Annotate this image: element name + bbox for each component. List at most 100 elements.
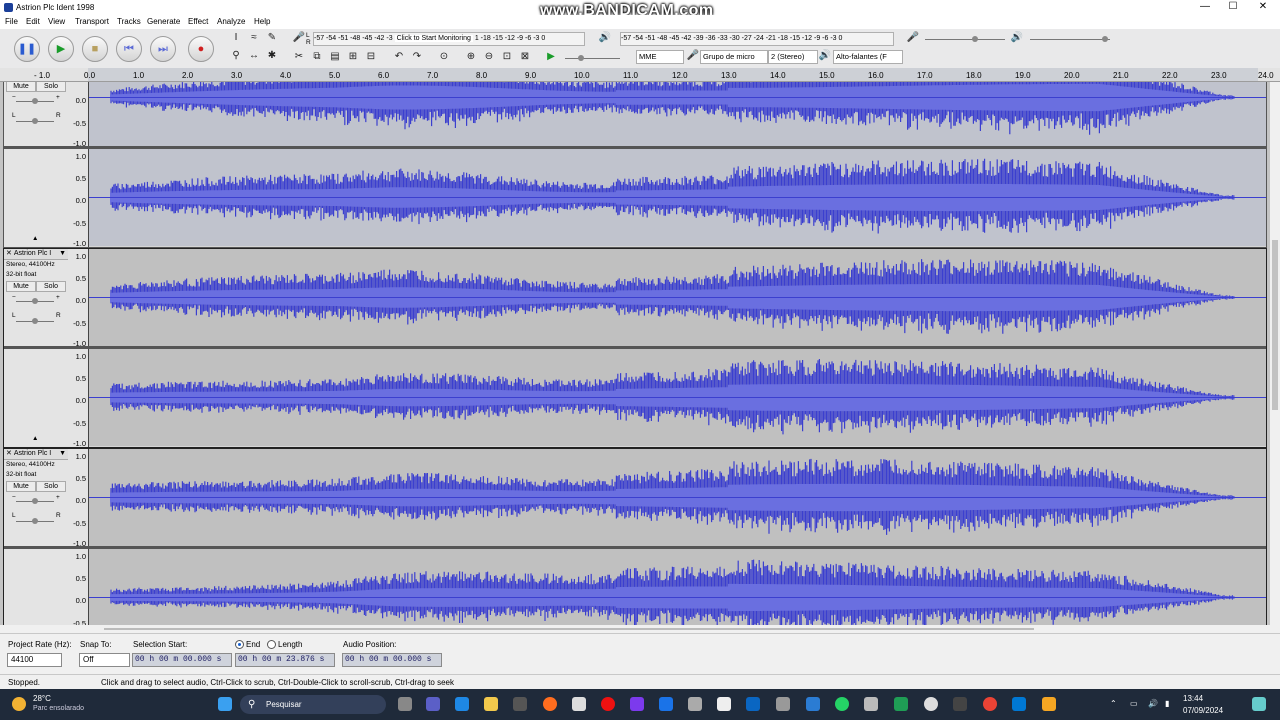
left-channel[interactable] — [89, 249, 1266, 346]
mute-button[interactable]: Mute — [6, 82, 36, 92]
track-vertical-ruler[interactable]: 1.00.50.0-0.5-1.01.00.50.0-0.5-1.0 — [68, 449, 89, 625]
solo-button[interactable]: Solo — [36, 82, 66, 92]
pause-button[interactable]: ❚❚ — [14, 36, 40, 62]
menu-effect[interactable]: Effect — [188, 17, 208, 26]
task-view-icon[interactable] — [398, 697, 412, 711]
app-icon-6[interactable] — [746, 697, 760, 711]
recording-channels-select[interactable]: 2 (Stereo) — [768, 50, 818, 64]
selection-tool-icon[interactable]: I — [229, 31, 243, 45]
teams-icon[interactable] — [426, 697, 440, 711]
play-button[interactable]: ▶ — [48, 36, 74, 62]
whatsapp-icon[interactable] — [835, 697, 849, 711]
file-explorer-icon[interactable] — [484, 697, 498, 711]
trim-icon[interactable]: ⊞ — [346, 50, 360, 64]
envelope-tool-icon[interactable]: ≈ — [247, 31, 261, 45]
zoom-in-icon[interactable]: ⊕ — [464, 50, 478, 64]
microphone-icon[interactable]: 🎤 — [292, 31, 306, 45]
volume-icon[interactable]: 🔊 — [1148, 699, 1158, 708]
project-rate-select[interactable]: 44100 — [7, 653, 62, 667]
track-control-panel[interactable]: ✕Astrion Plc I▼Stereo, 44100Hz32-bit flo… — [4, 82, 69, 247]
tray-chevron-icon[interactable]: ⌃ — [1110, 699, 1117, 708]
track-close-icon[interactable]: ✕ — [6, 450, 12, 457]
audio-position-field[interactable]: 00 h 00 m 00.000 s — [342, 653, 442, 667]
copy-icon[interactable]: ⧉ — [310, 50, 324, 64]
app-icon-8[interactable] — [864, 697, 878, 711]
paste-icon[interactable]: ▤ — [328, 50, 342, 64]
menu-analyze[interactable]: Analyze — [217, 17, 245, 26]
app-icon-7[interactable] — [776, 697, 790, 711]
clock-app-icon[interactable] — [924, 697, 938, 711]
record-meter[interactable]: -57 -54 -51 -48 -45 -42 -3 Click to Star… — [313, 32, 585, 46]
input-volume-slider[interactable] — [925, 39, 1005, 40]
menu-transport[interactable]: Transport — [75, 17, 109, 26]
recording-device-select[interactable]: Grupo de micro — [700, 50, 768, 64]
audio-track[interactable]: ✕Astrion Plc I▼Stereo, 44100Hz32-bit flo… — [3, 248, 1267, 448]
network-icon[interactable]: ▭ — [1130, 699, 1138, 708]
close-button[interactable]: ✕ — [1248, 1, 1278, 13]
right-channel[interactable] — [89, 549, 1266, 625]
audio-host-select[interactable]: MME — [636, 50, 684, 64]
notification-icon[interactable] — [1252, 697, 1266, 711]
output-volume-slider[interactable] — [1030, 39, 1110, 40]
undo-icon[interactable]: ↶ — [392, 50, 406, 64]
start-icon[interactable] — [218, 697, 232, 711]
track-menu-icon[interactable]: ▼ — [59, 249, 66, 259]
silence-icon[interactable]: ⊟ — [364, 50, 378, 64]
vertical-scroll-thumb[interactable] — [1272, 240, 1278, 410]
multi-tool-icon[interactable]: ✱ — [265, 49, 279, 63]
audio-track[interactable]: ✕Astrion Plc I▼Stereo, 44100Hz32-bit flo… — [3, 448, 1267, 625]
collapse-icon[interactable]: ▲ — [32, 435, 38, 442]
taskbar-search[interactable]: ⚲ Pesquisar — [240, 695, 386, 714]
minimize-button[interactable]: — — [1190, 1, 1220, 13]
playback-device-select[interactable]: Alto-falantes (F — [833, 50, 903, 64]
audacity-taskbar-icon[interactable] — [1042, 697, 1056, 711]
playback-meter[interactable]: -57 -54 -51 -48 -45 -42 -39 -36 -33 -30 … — [620, 32, 894, 46]
app-icon-3[interactable] — [659, 697, 673, 711]
redo-icon[interactable]: ↷ — [410, 50, 424, 64]
snap-to-select[interactable]: Off — [79, 653, 130, 667]
mute-button[interactable]: Mute — [6, 281, 36, 292]
menu-edit[interactable]: Edit — [26, 17, 40, 26]
terminal-icon[interactable] — [953, 697, 967, 711]
fit-project-icon[interactable]: ⊠ — [518, 50, 532, 64]
battery-icon[interactable]: ▮ — [1165, 699, 1169, 708]
menu-tracks[interactable]: Tracks — [117, 17, 141, 26]
store-icon[interactable] — [513, 697, 527, 711]
pan-knob[interactable] — [32, 518, 38, 524]
menu-view[interactable]: View — [48, 17, 65, 26]
play-at-speed-icon[interactable]: ▶ — [544, 50, 558, 64]
horizontal-scroll-thumb[interactable] — [104, 628, 1034, 630]
record-button[interactable]: ● — [188, 36, 214, 62]
app-icon-2[interactable] — [630, 697, 644, 711]
chrome-icon[interactable] — [983, 697, 997, 711]
track-menu-icon[interactable]: ▼ — [59, 449, 66, 459]
excel-icon[interactable] — [894, 697, 908, 711]
selection-start-field[interactable]: 00 h 00 m 00.000 s — [132, 653, 232, 667]
draw-tool-icon[interactable]: ✎ — [265, 31, 279, 45]
input-volume-knob[interactable] — [972, 36, 978, 42]
timeshift-tool-icon[interactable]: ↔ — [247, 49, 261, 63]
mute-button[interactable]: Mute — [6, 481, 36, 492]
menu-file[interactable]: File — [5, 17, 18, 26]
selection-end-field[interactable]: 00 h 00 m 23.876 s — [235, 653, 335, 667]
left-channel[interactable] — [89, 449, 1266, 546]
stop-button[interactable]: ■ — [82, 36, 108, 62]
left-channel[interactable] — [89, 82, 1266, 146]
track-vertical-ruler[interactable]: 1.00.50.0-0.5-1.01.00.50.0-0.5-1.0 — [68, 82, 89, 248]
length-radio[interactable] — [267, 640, 276, 649]
audio-track[interactable]: ✕Astrion Plc I▼Stereo, 44100Hz32-bit flo… — [3, 82, 1267, 248]
pan-knob[interactable] — [32, 318, 38, 324]
tracks-area[interactable]: ✕Astrion Plc I▼Stereo, 44100Hz32-bit flo… — [0, 82, 1270, 625]
solo-button[interactable]: Solo — [36, 281, 66, 292]
app-icon-5[interactable] — [717, 697, 731, 711]
app-icon-9[interactable] — [1012, 697, 1026, 711]
collapse-icon[interactable]: ▲ — [32, 235, 38, 242]
output-volume-knob[interactable] — [1102, 36, 1108, 42]
fit-selection-icon[interactable]: ⊡ — [500, 50, 514, 64]
sync-lock-icon[interactable]: ⊙ — [437, 50, 451, 64]
zoom-out-icon[interactable]: ⊖ — [482, 50, 496, 64]
skip-end-button[interactable]: ⏭ — [150, 36, 176, 62]
track-control-panel[interactable]: ✕Astrion Plc I▼Stereo, 44100Hz32-bit flo… — [4, 449, 69, 625]
gain-knob[interactable] — [32, 498, 38, 504]
solo-button[interactable]: Solo — [36, 481, 66, 492]
